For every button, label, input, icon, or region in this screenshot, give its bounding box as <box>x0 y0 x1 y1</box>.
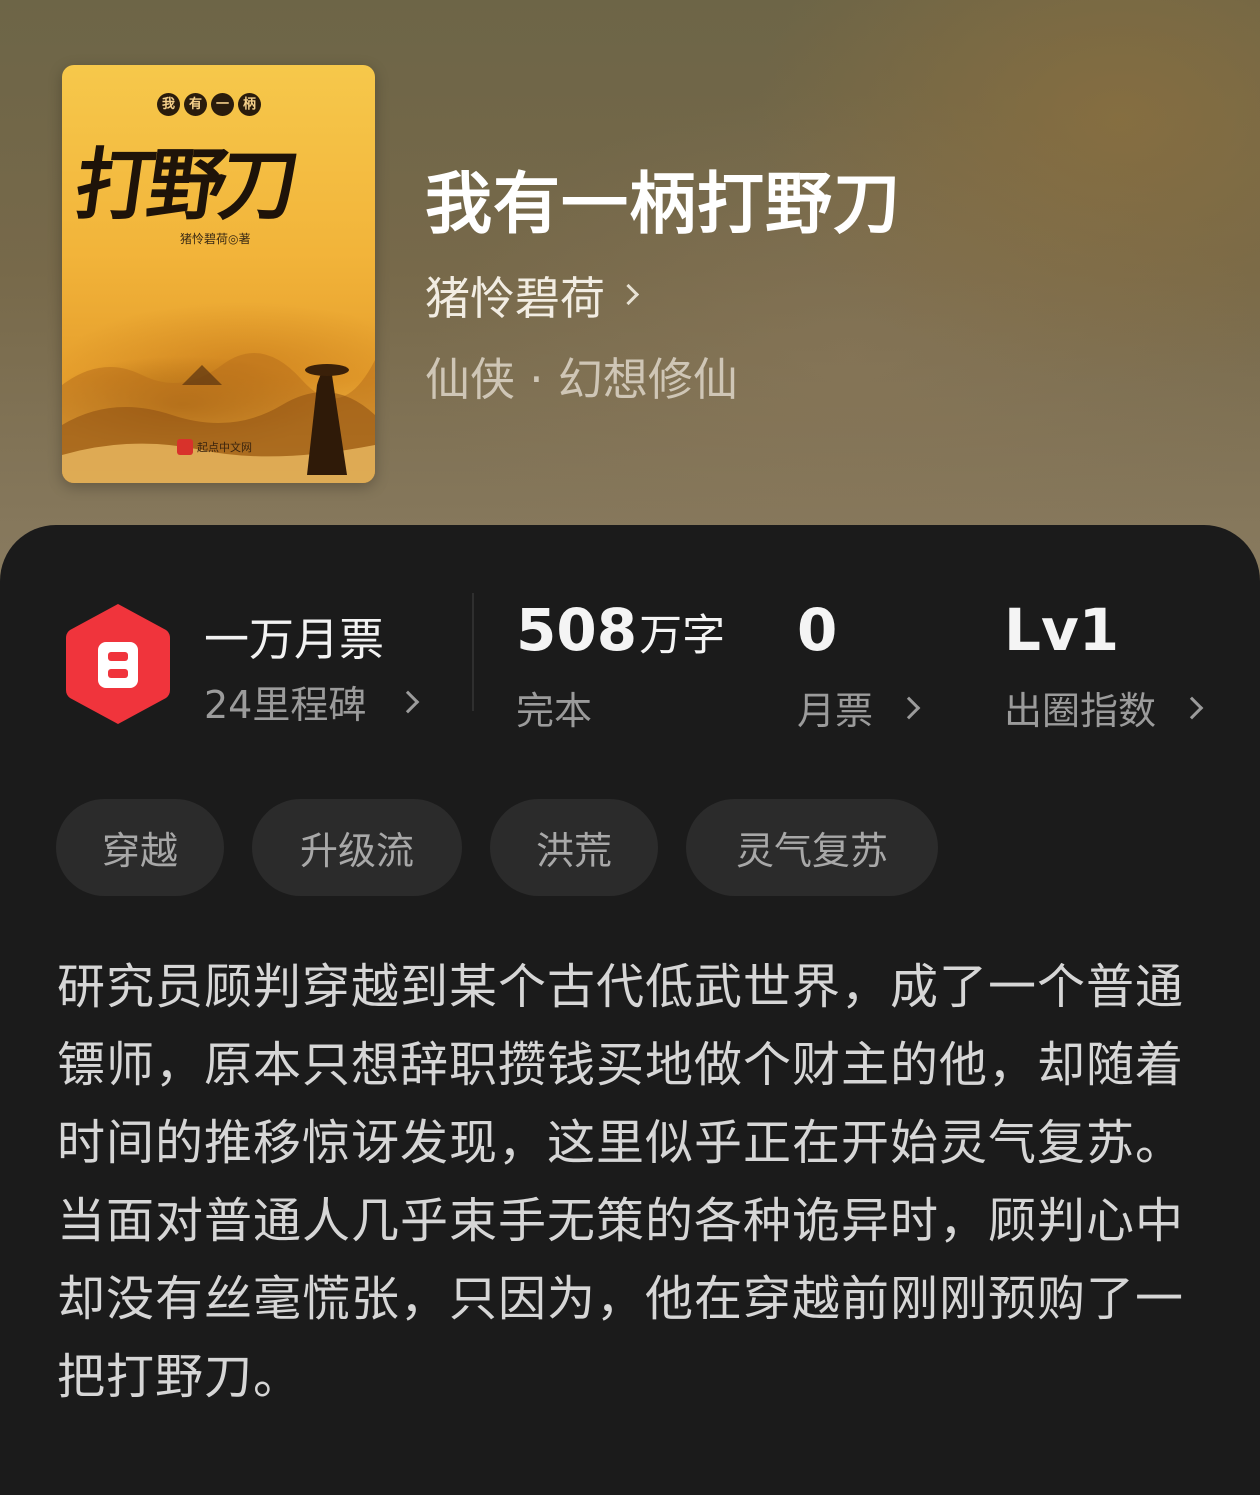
word-count-value: 508 <box>516 596 638 664</box>
chevron-right-icon <box>397 690 420 713</box>
popularity-index-label: 出圈指数 <box>1004 689 1157 733</box>
word-count-unit: 万字 <box>639 611 726 661</box>
book-title: 我有一柄打野刀 <box>425 164 901 243</box>
cover-author: 猪怜碧荷◎著 <box>180 232 251 246</box>
stats-divider <box>472 593 474 711</box>
cover-title: 打野刀 <box>69 140 299 231</box>
book-cover[interactable]: 我 有 一 柄 打野刀 猪怜碧荷◎著 起点中文网 <box>62 65 375 483</box>
votes-count: 0 <box>797 596 838 664</box>
milestone-label: 24里程碑 <box>204 683 367 727</box>
publisher-logo-icon <box>177 439 193 455</box>
tag-chip[interactable]: 灵气复苏 <box>686 799 938 896</box>
tag-chip[interactable]: 穿越 <box>56 799 224 896</box>
votes-label: 月票 <box>797 689 874 733</box>
level-value: Lv1 <box>1004 596 1120 664</box>
cover-subtitle-char: 一 <box>211 93 234 116</box>
description-paragraph: 当面对普通人几乎束手无策的各种诡异时，顾判心中却没有丝毫慌张，只因为，他在穿越前… <box>57 1193 1185 1405</box>
tag-chip[interactable]: 升级流 <box>252 799 462 896</box>
chevron-right-icon <box>617 283 640 306</box>
author-name: 猪怜碧荷 <box>425 272 606 325</box>
cover-subtitle-char: 有 <box>184 93 207 116</box>
milestone-link[interactable]: 24里程碑 <box>204 674 420 729</box>
tag-list: 穿越 升级流 洪荒 灵气复苏 <box>56 799 938 896</box>
monthly-ticket-icon[interactable] <box>62 600 174 728</box>
completion-status: 完本 <box>516 680 592 735</box>
word-count: 508万字 <box>516 596 725 664</box>
cover-publisher: 起点中文网 <box>177 439 252 455</box>
cover-subtitle-char: 柄 <box>238 93 261 116</box>
description-paragraph: 研究员顾判穿越到某个古代低武世界，成了一个普通镖师，原本只想辞职攒钱买地做个财主… <box>57 959 1185 1171</box>
chevron-right-icon <box>897 696 921 719</box>
book-category: 仙侠 · 幻想修仙 <box>425 353 738 406</box>
publisher-name: 起点中文网 <box>197 441 252 454</box>
chevron-right-icon <box>1180 696 1204 719</box>
status-label: 完本 <box>516 689 593 733</box>
tag-chip[interactable]: 洪荒 <box>490 799 658 896</box>
book-description[interactable]: 研究员顾判穿越到某个古代低武世界，成了一个普通镖师，原本只想辞职攒钱买地做个财主… <box>57 948 1207 1416</box>
cover-subtitle: 我 有 一 柄 <box>157 93 261 116</box>
popularity-index-link[interactable]: 出圈指数 <box>1004 680 1204 735</box>
monthly-ticket-title[interactable]: 一万月票 <box>204 603 384 668</box>
votes-link[interactable]: 月票 <box>797 680 921 735</box>
author-link[interactable]: 猪怜碧荷 <box>425 262 640 327</box>
cover-subtitle-char: 我 <box>157 93 180 116</box>
